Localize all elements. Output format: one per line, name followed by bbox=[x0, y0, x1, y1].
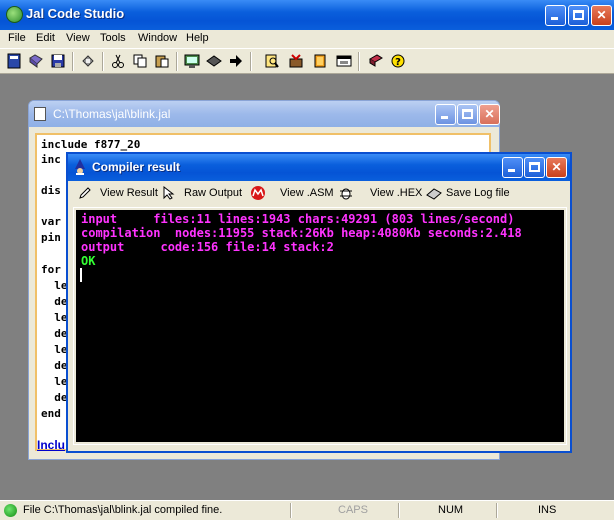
app-titlebar[interactable]: Jal Code Studio ✕ bbox=[0, 0, 614, 30]
code-line: de bbox=[41, 295, 68, 308]
minimize-button[interactable] bbox=[545, 5, 566, 26]
svg-text:?: ? bbox=[395, 57, 401, 68]
status-bar: File C:\Thomas\jal\blink.jal compiled fi… bbox=[0, 500, 614, 520]
paste-icon[interactable] bbox=[154, 53, 170, 69]
code-line: inc bbox=[41, 153, 61, 166]
cut-icon[interactable] bbox=[110, 53, 126, 69]
view-hex-button[interactable]: View .HEX bbox=[338, 181, 422, 207]
print-icon[interactable] bbox=[80, 53, 96, 69]
app-logo-icon bbox=[6, 6, 23, 23]
text-cursor bbox=[80, 268, 82, 282]
code-line: dis bbox=[41, 184, 61, 197]
status-led-icon bbox=[4, 504, 17, 517]
editor-minimize-button[interactable] bbox=[435, 104, 456, 125]
editor-titlebar[interactable]: C:\Thomas\jal\blink.jal ✕ bbox=[29, 101, 500, 127]
code-line: le bbox=[41, 279, 68, 292]
wizard-icon bbox=[75, 159, 85, 175]
compile-icon[interactable] bbox=[184, 53, 200, 69]
chip-icon[interactable] bbox=[206, 53, 222, 69]
status-ins: INS bbox=[538, 504, 557, 516]
code-line: le bbox=[41, 343, 68, 356]
menu-edit[interactable]: Edit bbox=[36, 32, 55, 44]
editor-title: C:\Thomas\jal\blink.jal bbox=[53, 107, 171, 121]
compiler-titlebar[interactable]: Compiler result ✕ bbox=[68, 154, 570, 181]
menu-view[interactable]: View bbox=[66, 32, 90, 44]
status-num: NUM bbox=[438, 504, 464, 516]
code-line: le bbox=[41, 375, 68, 388]
menu-file[interactable]: File bbox=[8, 32, 26, 44]
output-line-output: output code:156 file:14 stack:2 bbox=[81, 240, 334, 254]
toolbar: ? bbox=[0, 48, 614, 74]
output-line-ok: OK bbox=[81, 254, 96, 268]
save-log-file-button[interactable]: Save Log file bbox=[426, 181, 512, 207]
code-line: pin bbox=[41, 231, 61, 244]
new-file-icon[interactable] bbox=[6, 53, 22, 69]
menu-help[interactable]: Help bbox=[186, 32, 209, 44]
output-line-compilation: compilation nodes:11955 stack:26Kb heap:… bbox=[81, 226, 522, 240]
editor-close-button[interactable]: ✕ bbox=[479, 104, 500, 125]
compiler-result-window[interactable]: Compiler result ✕ View Result Raw Output… bbox=[66, 152, 572, 453]
editor-maximize-button[interactable] bbox=[457, 104, 478, 125]
status-caps: CAPS bbox=[338, 504, 368, 516]
raw-output-button[interactable]: Raw Output bbox=[162, 181, 246, 207]
view-asm-button[interactable]: View .ASM bbox=[250, 181, 334, 207]
compiler-toolbar: View Result Raw Output View .ASM View .H… bbox=[68, 181, 570, 207]
compiler-minimize-button[interactable] bbox=[502, 157, 523, 178]
cursor-icon bbox=[163, 186, 175, 200]
compiler-title: Compiler result bbox=[92, 160, 181, 174]
book-icon[interactable] bbox=[368, 53, 384, 69]
bug-icon bbox=[340, 188, 352, 200]
save-icon[interactable] bbox=[50, 53, 66, 69]
open-file-icon[interactable] bbox=[28, 53, 44, 69]
code-line: de bbox=[41, 391, 68, 404]
bookmark-icon[interactable] bbox=[312, 53, 328, 69]
maximize-button[interactable] bbox=[568, 5, 589, 26]
menu-window[interactable]: Window bbox=[138, 32, 177, 44]
compiler-maximize-button[interactable] bbox=[524, 157, 545, 178]
code-line: for bbox=[41, 263, 61, 276]
help-icon[interactable]: ? bbox=[390, 53, 406, 69]
run-arrow-icon[interactable] bbox=[228, 53, 244, 69]
code-line: var bbox=[41, 215, 61, 228]
pencil-icon bbox=[79, 187, 91, 199]
microchip-logo-icon bbox=[251, 186, 265, 200]
find-icon[interactable] bbox=[264, 53, 280, 69]
view-result-button[interactable]: View Result bbox=[78, 181, 160, 207]
close-button[interactable]: ✕ bbox=[591, 5, 612, 26]
code-line: end bbox=[41, 407, 61, 420]
code-line: de bbox=[41, 327, 68, 340]
code-line: le bbox=[41, 311, 68, 324]
code-line: de bbox=[41, 359, 68, 372]
window-icon[interactable] bbox=[336, 53, 352, 69]
app-title: Jal Code Studio bbox=[26, 6, 125, 21]
copy-icon[interactable] bbox=[132, 53, 148, 69]
output-line-input: input files:11 lines:1943 chars:49291 (8… bbox=[81, 212, 515, 226]
compiler-close-button[interactable]: ✕ bbox=[546, 157, 567, 178]
status-message: File C:\Thomas\jal\blink.jal compiled fi… bbox=[23, 504, 223, 516]
document-icon bbox=[34, 107, 46, 121]
menu-bar: File Edit View Tools Window Help bbox=[0, 30, 614, 48]
tools-icon[interactable] bbox=[288, 53, 304, 69]
code-line: include f877_20 bbox=[41, 138, 141, 151]
compiler-output-console[interactable]: input files:11 lines:1943 chars:49291 (8… bbox=[73, 207, 567, 445]
menu-tools[interactable]: Tools bbox=[100, 32, 126, 44]
editor-bottom-link[interactable]: Inclu bbox=[37, 438, 65, 452]
save-log-icon bbox=[426, 188, 442, 200]
